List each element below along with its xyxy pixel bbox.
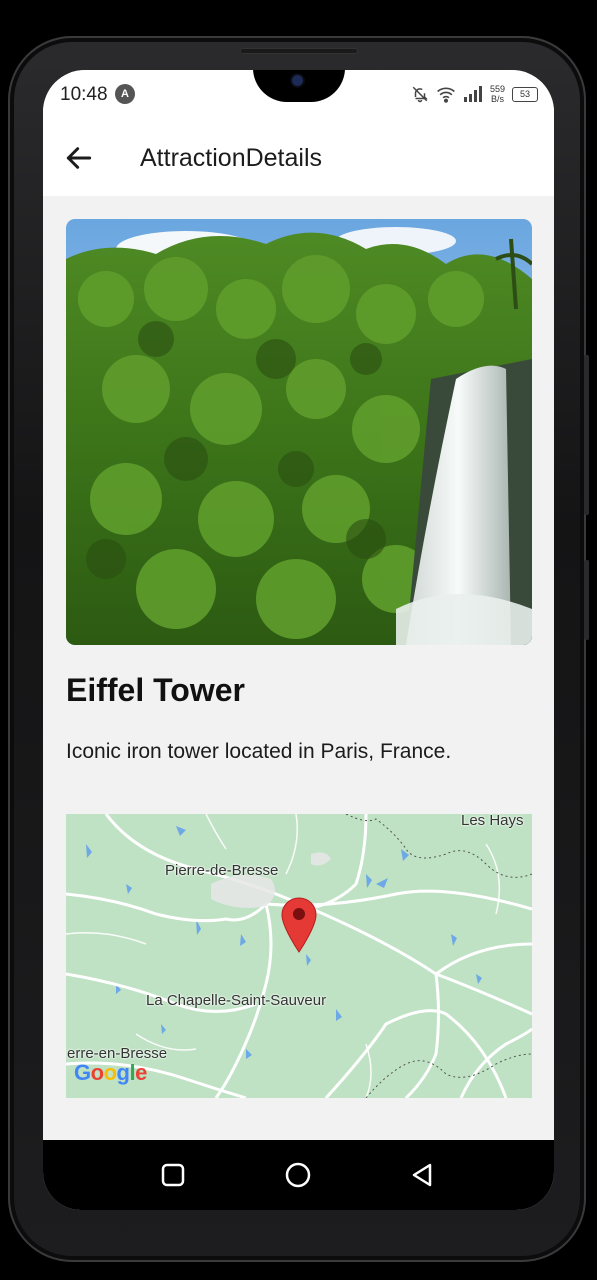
recents-button[interactable] — [158, 1160, 188, 1190]
map-marker-icon[interactable] — [280, 896, 318, 956]
wifi-icon — [437, 87, 455, 103]
app-bar: AttractionDetails — [43, 122, 554, 196]
back-button[interactable] — [63, 142, 95, 174]
triangle-left-icon — [412, 1163, 432, 1187]
system-nav-bar — [43, 1140, 554, 1210]
power-button — [584, 560, 589, 640]
map-label-pierre-de-bresse: Pierre-de-Bresse — [165, 862, 279, 879]
map-label-les-hays: Les Hays — [461, 814, 524, 829]
volume-button — [584, 355, 589, 515]
location-map[interactable]: Les Hays Pierre-de-Bresse La Chapelle-Sa… — [66, 814, 532, 1098]
attraction-description: Iconic iron tower located in Paris, Fran… — [66, 740, 452, 763]
map-label-la-chapelle: La Chapelle-Saint-Sauveur — [146, 992, 327, 1009]
home-button[interactable] — [283, 1160, 313, 1190]
attraction-name: Eiffel Tower — [66, 672, 245, 708]
attraction-image — [66, 219, 532, 645]
earpiece-speaker — [240, 48, 358, 54]
page-title: AttractionDetails — [140, 144, 323, 172]
nav-back-button[interactable] — [408, 1160, 438, 1190]
status-bar: 10:48 A 559 B/s 53 — [43, 70, 554, 122]
arrow-left-icon — [66, 147, 92, 169]
status-icons: 559 B/s 53 — [411, 82, 538, 106]
network-speed-value: 559 — [489, 84, 505, 94]
status-time: 10:48 — [60, 84, 108, 105]
network-speed-unit: B/s — [490, 94, 504, 104]
screen: 10:48 A 559 B/s 53 AttractionDetails Eif… — [43, 70, 554, 1210]
app-notification-icon: A — [115, 84, 135, 104]
front-camera — [292, 75, 303, 86]
battery-icon: 53 — [512, 86, 538, 102]
bell-off-icon — [412, 86, 428, 103]
signal-icon — [463, 86, 482, 102]
circle-icon — [285, 1162, 311, 1188]
google-attribution: Google — [74, 1060, 147, 1085]
battery-level: 53 — [519, 88, 530, 99]
network-speed: 559 B/s — [490, 84, 505, 104]
square-icon — [161, 1163, 185, 1187]
